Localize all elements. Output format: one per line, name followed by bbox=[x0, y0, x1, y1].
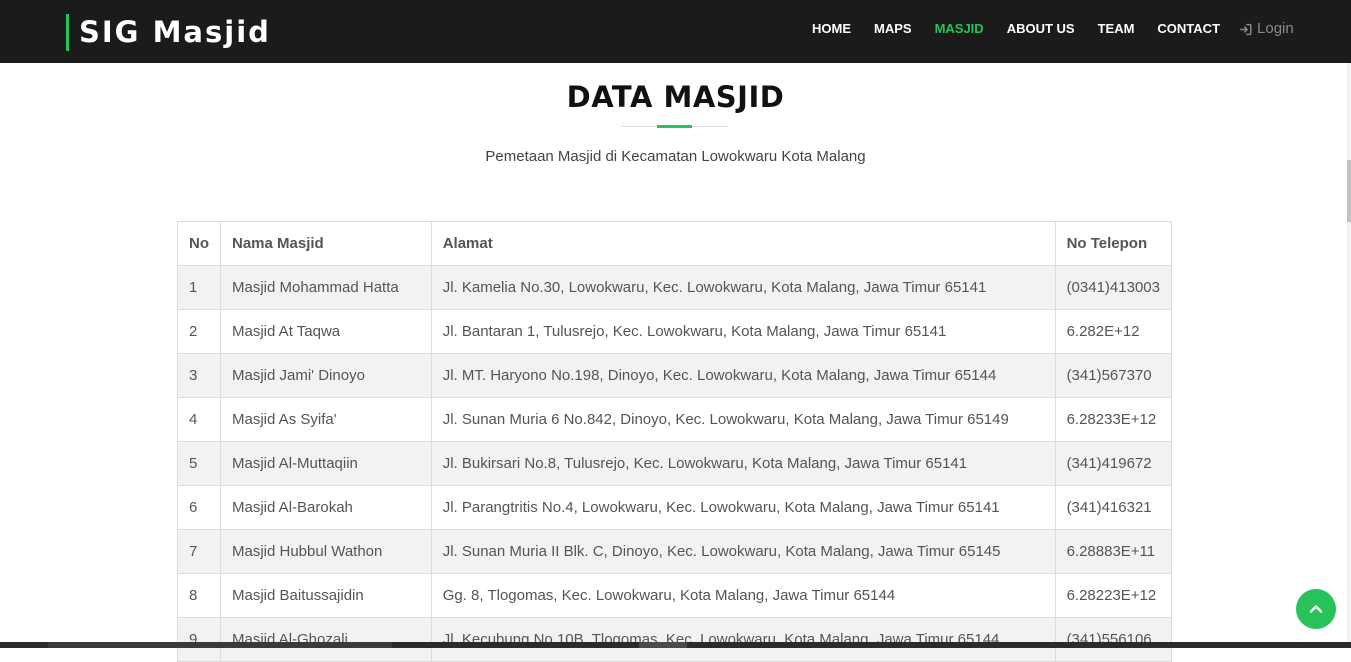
page-scrollbar-thumb[interactable] bbox=[1347, 160, 1351, 222]
nav-contact[interactable]: CONTACT bbox=[1157, 20, 1220, 38]
cell-no: 9 bbox=[177, 617, 221, 662]
table-header-row: No Nama Masjid Alamat No Telepon bbox=[177, 221, 1173, 266]
table-row: 2 Masjid At Taqwa Jl. Bantaran 1, Tulusr… bbox=[177, 309, 1173, 354]
cell-alamat: Jl. MT. Haryono No.198, Dinoyo, Kec. Low… bbox=[430, 353, 1056, 398]
nav-team[interactable]: TEAM bbox=[1098, 20, 1135, 38]
table-row: 3 Masjid Jami' Dinoyo Jl. MT. Haryono No… bbox=[177, 353, 1173, 398]
cell-alamat: Jl. Kecubung No.10B, Tlogomas, Kec. Lowo… bbox=[430, 617, 1056, 662]
cell-telepon: (341)416321 bbox=[1054, 485, 1173, 530]
page-subtitle: Pemetaan Masjid di Kecamatan Lowokwaru K… bbox=[485, 148, 866, 165]
cell-nama: Masjid At Taqwa bbox=[220, 309, 432, 354]
title-divider-accent bbox=[657, 125, 692, 128]
page-title: DATA MASJID bbox=[566, 80, 785, 114]
os-taskbar bbox=[0, 642, 1351, 648]
cell-nama: Masjid Al-Muttaqiin bbox=[220, 441, 432, 486]
cell-no: 7 bbox=[177, 529, 221, 574]
cell-no: 4 bbox=[177, 397, 221, 442]
cell-telepon: (341)567370 bbox=[1054, 353, 1173, 398]
nav-maps[interactable]: MAPS bbox=[874, 20, 912, 38]
table-row: 5 Masjid Al-Muttaqiin Jl. Bukirsari No.8… bbox=[177, 441, 1173, 486]
cell-telepon: 6.28233E+12 bbox=[1054, 397, 1173, 442]
header-no-telepon: No Telepon bbox=[1054, 221, 1173, 266]
login-label: Login bbox=[1257, 20, 1294, 37]
cell-telepon: (341)419672 bbox=[1054, 441, 1173, 486]
cell-no: 8 bbox=[177, 573, 221, 618]
table-row: 1 Masjid Mohammad Hatta Jl. Kamelia No.3… bbox=[177, 265, 1173, 310]
cell-no: 5 bbox=[177, 441, 221, 486]
cell-nama: Masjid Hubbul Wathon bbox=[220, 529, 432, 574]
taskbar-segment bbox=[639, 642, 687, 648]
cell-alamat: Gg. 8, Tlogomas, Kec. Lowokwaru, Kota Ma… bbox=[430, 573, 1056, 618]
header-nama-masjid: Nama Masjid bbox=[220, 221, 432, 266]
cell-telepon: (341)556106 bbox=[1054, 617, 1173, 662]
cell-telepon: 6.282E+12 bbox=[1054, 309, 1173, 354]
cell-telepon: 6.28883E+11 bbox=[1054, 529, 1173, 574]
cell-nama: Masjid As Syifa' bbox=[220, 397, 432, 442]
cell-nama: Masjid Baitussajidin bbox=[220, 573, 432, 618]
chevron-up-icon bbox=[1309, 605, 1323, 613]
cell-no: 6 bbox=[177, 485, 221, 530]
header-alamat: Alamat bbox=[430, 221, 1056, 266]
cell-alamat: Jl. Bukirsari No.8, Tulusrejo, Kec. Lowo… bbox=[430, 441, 1056, 486]
cell-nama: Masjid Mohammad Hatta bbox=[220, 265, 432, 310]
cell-nama: Masjid Jami' Dinoyo bbox=[220, 353, 432, 398]
cell-no: 2 bbox=[177, 309, 221, 354]
table-row: 9 Masjid Al-Ghozali Jl. Kecubung No.10B,… bbox=[177, 617, 1173, 662]
top-navbar: SIG Masjid HOME MAPS MASJID ABOUT US TEA… bbox=[0, 0, 1351, 63]
table-row: 6 Masjid Al-Barokah Jl. Parangtritis No.… bbox=[177, 485, 1173, 530]
cell-telepon: (0341)413003 bbox=[1054, 265, 1173, 310]
cell-no: 1 bbox=[177, 265, 221, 310]
cell-alamat: Jl. Sunan Muria 6 No.842, Dinoyo, Kec. L… bbox=[430, 397, 1056, 442]
table-row: 4 Masjid As Syifa' Jl. Sunan Muria 6 No.… bbox=[177, 397, 1173, 442]
cell-alamat: Jl. Kamelia No.30, Lowokwaru, Kec. Lowok… bbox=[430, 265, 1056, 310]
cell-telepon: 6.28223E+12 bbox=[1054, 573, 1173, 618]
taskbar-segment bbox=[48, 642, 392, 648]
nav-about-us[interactable]: ABOUT US bbox=[1007, 20, 1075, 38]
cell-alamat: Jl. Bantaran 1, Tulusrejo, Kec. Lowokwar… bbox=[430, 309, 1056, 354]
cell-no: 3 bbox=[177, 353, 221, 398]
nav-home[interactable]: HOME bbox=[812, 20, 851, 38]
cell-alamat: Jl. Sunan Muria II Blk. C, Dinoyo, Kec. … bbox=[430, 529, 1056, 574]
table-row: 7 Masjid Hubbul Wathon Jl. Sunan Muria I… bbox=[177, 529, 1173, 574]
sign-in-icon bbox=[1240, 23, 1252, 35]
brand-logo[interactable]: SIG Masjid bbox=[66, 14, 271, 51]
back-to-top-button[interactable] bbox=[1296, 589, 1336, 629]
masjid-table: No Nama Masjid Alamat No Telepon 1 Masji… bbox=[177, 221, 1173, 662]
cell-alamat: Jl. Parangtritis No.4, Lowokwaru, Kec. L… bbox=[430, 485, 1056, 530]
cell-nama: Masjid Al-Barokah bbox=[220, 485, 432, 530]
main-nav: HOME MAPS MASJID ABOUT US TEAM CONTACT L… bbox=[812, 20, 1317, 38]
login-link[interactable]: Login bbox=[1239, 20, 1294, 38]
cell-nama: Masjid Al-Ghozali bbox=[220, 617, 432, 662]
header-no: No bbox=[177, 221, 221, 266]
nav-masjid[interactable]: MASJID bbox=[935, 20, 984, 38]
table-row: 8 Masjid Baitussajidin Gg. 8, Tlogomas, … bbox=[177, 573, 1173, 618]
